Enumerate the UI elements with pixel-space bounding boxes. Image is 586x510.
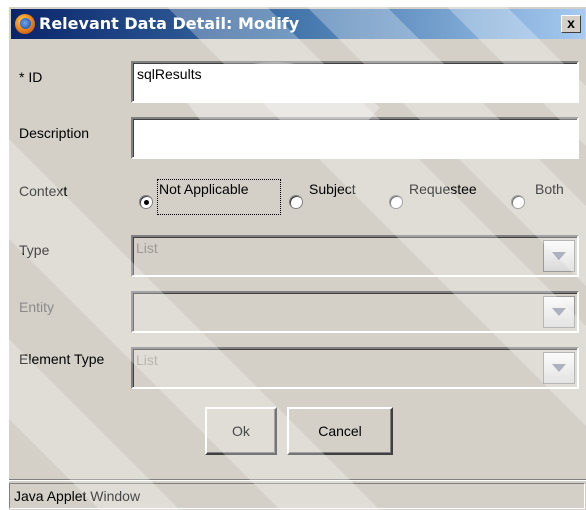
radio-label-not-applicable: Not Applicable	[159, 181, 249, 197]
radio-label-both: Both	[535, 181, 564, 197]
context-label: Context	[19, 183, 68, 199]
dialog-window: Relevant Data Detail: Modify x * ID sqlR…	[8, 6, 586, 510]
entity-label: Entity	[19, 299, 55, 315]
status-bar: Java Applet Window	[9, 483, 585, 509]
radio-button-selected[interactable]	[139, 195, 153, 209]
cancel-button[interactable]: Cancel	[287, 407, 393, 455]
separator	[9, 479, 586, 481]
context-radio-group: Not Applicable Subject Requestee Both	[131, 179, 581, 219]
radio-button[interactable]	[289, 195, 303, 209]
element-type-dropdown[interactable]: List	[131, 347, 579, 389]
radio-requestee[interactable]: Requestee	[389, 179, 499, 219]
chevron-down-icon	[552, 308, 566, 316]
entity-dropdown-button[interactable]	[543, 296, 575, 328]
radio-subject[interactable]: Subject	[289, 179, 369, 219]
element-type-label: Element Type	[19, 351, 105, 367]
radio-label-requestee: Requestee	[409, 181, 477, 197]
title-bar[interactable]: Relevant Data Detail: Modify x	[11, 9, 585, 39]
chevron-down-icon	[552, 252, 566, 260]
radio-both[interactable]: Both	[511, 179, 575, 219]
ok-button[interactable]: Ok	[205, 407, 277, 455]
window-title: Relevant Data Detail: Modify	[39, 14, 300, 33]
radio-button[interactable]	[511, 195, 525, 209]
description-field[interactable]	[131, 117, 579, 159]
type-value: List	[136, 240, 158, 256]
type-label: Type	[19, 242, 50, 258]
type-dropdown[interactable]: List	[131, 235, 579, 277]
browser-globe-icon	[15, 14, 35, 34]
entity-dropdown[interactable]	[131, 291, 579, 333]
element-type-value: List	[136, 352, 158, 368]
chevron-down-icon	[552, 364, 566, 372]
radio-button[interactable]	[389, 195, 403, 209]
close-button[interactable]: x	[561, 15, 581, 33]
radio-label-subject: Subject	[309, 181, 356, 197]
type-dropdown-button[interactable]	[543, 240, 575, 272]
id-label: * ID	[19, 69, 43, 85]
id-field[interactable]: sqlResults	[131, 61, 579, 103]
description-label: Description	[19, 125, 90, 141]
radio-not-applicable[interactable]: Not Applicable	[139, 179, 281, 219]
radio-dot	[144, 200, 149, 205]
element-type-dropdown-button[interactable]	[543, 352, 575, 384]
